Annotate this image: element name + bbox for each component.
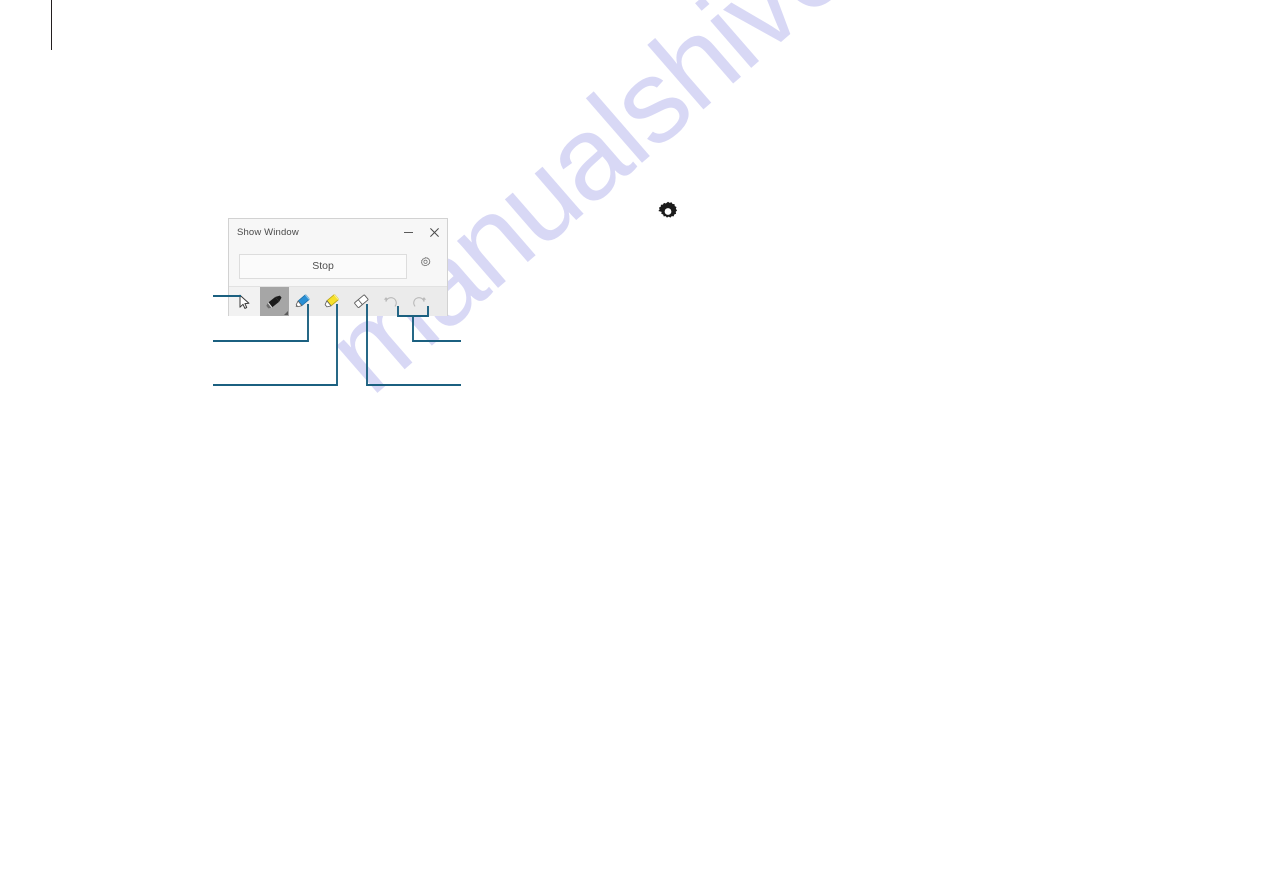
close-icon [429, 227, 440, 238]
undo-button[interactable] [376, 287, 405, 316]
tool-row [229, 286, 447, 316]
highlighter-yellow-icon [322, 291, 343, 312]
pencil-blue-icon [293, 291, 314, 312]
redo-button[interactable] [405, 287, 434, 316]
callout-lines [213, 295, 461, 386]
window-title: Show Window [237, 227, 299, 238]
pencil-tool[interactable] [289, 287, 318, 316]
cursor-arrow-icon [237, 294, 252, 310]
window-titlebar: Show Window [229, 219, 447, 246]
callout-undo-redo-stem [412, 316, 461, 342]
gear-icon [418, 256, 433, 276]
show-window-app: Show Window Stop [228, 218, 448, 316]
callout-highlighter [213, 304, 338, 386]
highlighter-tool[interactable] [318, 287, 347, 316]
callout-eraser [366, 304, 461, 386]
close-button[interactable] [421, 219, 447, 246]
pen-tool[interactable] [260, 287, 289, 316]
undo-arrow-icon [382, 293, 399, 310]
page-margin-rule [51, 0, 53, 50]
tool-options-flag [284, 311, 288, 315]
select-tool[interactable] [229, 287, 260, 316]
gear-icon [655, 200, 681, 226]
window-controls [395, 219, 447, 246]
action-row: Stop [229, 246, 447, 286]
watermark-text: manualshive.com [301, 0, 1059, 418]
eraser-tool[interactable] [347, 287, 376, 316]
minimize-icon [403, 227, 414, 238]
eraser-icon [351, 291, 372, 312]
pen-icon [264, 291, 285, 312]
minimize-button[interactable] [395, 219, 421, 246]
settings-button[interactable] [411, 252, 439, 280]
stop-button[interactable]: Stop [239, 253, 407, 279]
redo-arrow-icon [411, 293, 428, 310]
